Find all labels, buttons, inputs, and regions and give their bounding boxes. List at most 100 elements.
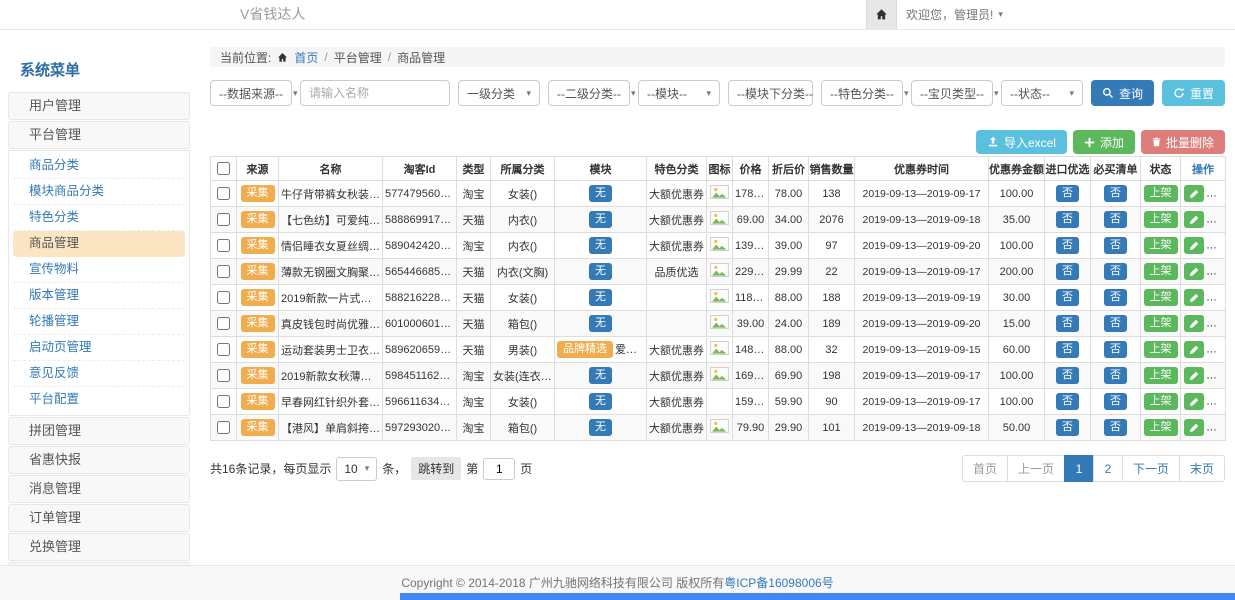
user-menu[interactable]: 欢迎您，管理员! ▾ [906, 0, 1003, 29]
row-checkbox[interactable] [217, 187, 230, 200]
row-checkbox[interactable] [217, 291, 230, 304]
page-button[interactable]: 首页 [962, 455, 1008, 482]
must-buy-toggle[interactable]: 否 [1104, 419, 1127, 436]
row-checkbox[interactable] [217, 213, 230, 226]
status-toggle[interactable]: 上架 [1144, 185, 1178, 202]
status-toggle[interactable]: 上架 [1144, 289, 1178, 306]
filter-select[interactable]: --模块--▾ [638, 80, 720, 106]
must-buy-toggle[interactable]: 否 [1104, 289, 1127, 306]
bottom-scrollbar[interactable] [400, 593, 1235, 600]
sidebar-subitem[interactable]: 模块商品分类 [13, 179, 185, 205]
filter-select[interactable]: --模块下分类--▾ [728, 80, 813, 106]
filter-select[interactable]: --宝贝类型--▾ [911, 80, 993, 106]
must-buy-toggle[interactable]: 否 [1104, 341, 1127, 358]
edit-button[interactable] [1184, 315, 1204, 332]
imported-toggle[interactable]: 否 [1056, 367, 1079, 384]
page-button[interactable]: 下一页 [1122, 455, 1180, 482]
page-input[interactable] [483, 458, 515, 480]
sidebar-group[interactable]: 订单管理 [8, 504, 190, 532]
sidebar-subitem[interactable]: 宣传物料 [13, 257, 185, 283]
sidebar-group[interactable]: 拼团管理 [8, 417, 190, 445]
name-input[interactable] [300, 80, 450, 106]
icp-link[interactable]: 粤ICP备16098006号 [724, 576, 833, 590]
edit-button[interactable] [1184, 419, 1204, 436]
sidebar-group[interactable]: 平台管理 [8, 121, 190, 149]
row-checkbox[interactable] [217, 343, 230, 356]
must-buy-toggle[interactable]: 否 [1104, 185, 1127, 202]
must-buy-toggle[interactable]: 否 [1104, 237, 1127, 254]
filter-select[interactable]: --特色分类--▾ [821, 80, 903, 106]
page-button[interactable]: 末页 [1179, 455, 1225, 482]
sidebar-group[interactable]: 用户管理 [8, 92, 190, 120]
edit-button[interactable] [1184, 263, 1204, 280]
sidebar-group[interactable]: 省惠快报 [8, 446, 190, 474]
row-checkbox[interactable] [217, 369, 230, 382]
filter-select[interactable]: 一级分类▾ [458, 80, 540, 106]
status-toggle[interactable]: 上架 [1144, 211, 1178, 228]
sidebar-group[interactable]: 消息管理 [8, 475, 190, 503]
must-buy-toggle[interactable]: 否 [1104, 315, 1127, 332]
imported-toggle[interactable]: 否 [1056, 289, 1079, 306]
must-buy-toggle[interactable]: 否 [1104, 393, 1127, 410]
edit-button[interactable] [1184, 367, 1204, 384]
imported-toggle[interactable]: 否 [1056, 341, 1079, 358]
sidebar-subitem[interactable]: 意见反馈 [13, 361, 185, 387]
row-checkbox[interactable] [217, 395, 230, 408]
sidebar-group[interactable]: 兑换管理 [8, 533, 190, 561]
sidebar-subitem[interactable]: 平台配置 [13, 387, 185, 413]
sidebar-subitem[interactable]: 商品分类 [13, 153, 185, 179]
edit-button[interactable] [1184, 341, 1204, 358]
page-button[interactable]: 2 [1093, 455, 1123, 482]
breadcrumb-item[interactable]: 商品管理 [397, 49, 445, 66]
price: 178.00 [733, 181, 769, 207]
row-checkbox[interactable] [217, 239, 230, 252]
breadcrumb-item[interactable]: 平台管理 [334, 49, 382, 66]
import-excel-button[interactable]: 导入excel [976, 130, 1067, 154]
edit-button[interactable] [1184, 393, 1204, 410]
jump-button[interactable]: 跳转到 [411, 457, 461, 480]
sidebar-subitem[interactable]: 商品管理 [13, 231, 185, 257]
imported-toggle[interactable]: 否 [1056, 211, 1079, 228]
filter-select[interactable]: --状态--▾ [1001, 80, 1083, 106]
select-all-checkbox[interactable] [217, 162, 230, 175]
edit-button[interactable] [1184, 185, 1204, 202]
add-button[interactable]: 添加 [1073, 130, 1135, 154]
imported-toggle[interactable]: 否 [1056, 393, 1079, 410]
status-toggle[interactable]: 上架 [1144, 367, 1178, 384]
row-checkbox[interactable] [217, 421, 230, 434]
filter-select[interactable]: --二级分类--▾ [548, 80, 630, 106]
edit-button[interactable] [1184, 237, 1204, 254]
page-button[interactable]: 上一页 [1007, 455, 1065, 482]
row-checkbox[interactable] [217, 265, 230, 278]
page-button[interactable]: 1 [1064, 455, 1094, 482]
status-toggle[interactable]: 上架 [1144, 237, 1178, 254]
imported-toggle[interactable]: 否 [1056, 419, 1079, 436]
status-toggle[interactable]: 上架 [1144, 393, 1178, 410]
must-buy-toggle[interactable]: 否 [1104, 263, 1127, 280]
sidebar-subitem[interactable]: 轮播管理 [13, 309, 185, 335]
imported-toggle[interactable]: 否 [1056, 315, 1079, 332]
status-toggle[interactable]: 上架 [1144, 263, 1178, 280]
edit-button[interactable] [1184, 211, 1204, 228]
status-toggle[interactable]: 上架 [1144, 419, 1178, 436]
per-page-select[interactable]: 10 ▾ [336, 457, 377, 481]
row-checkbox[interactable] [217, 317, 230, 330]
status-toggle[interactable]: 上架 [1144, 315, 1178, 332]
status-toggle[interactable]: 上架 [1144, 341, 1178, 358]
sidebar-subitem[interactable]: 启动页管理 [13, 335, 185, 361]
imported-toggle[interactable]: 否 [1056, 237, 1079, 254]
must-buy-toggle[interactable]: 否 [1104, 211, 1127, 228]
imported-toggle[interactable]: 否 [1056, 263, 1079, 280]
coupon-amount: 200.00 [989, 259, 1045, 285]
must-buy-toggle[interactable]: 否 [1104, 367, 1127, 384]
search-button[interactable]: 查询 [1091, 80, 1154, 106]
sidebar-subitem[interactable]: 版本管理 [13, 283, 185, 309]
edit-button[interactable] [1184, 289, 1204, 306]
imported-toggle[interactable]: 否 [1056, 185, 1079, 202]
filter-select[interactable]: --数据来源--▾ [210, 80, 292, 106]
reset-button[interactable]: 重置 [1162, 80, 1225, 106]
breadcrumb-home-link[interactable]: 首页 [294, 49, 318, 66]
batch-delete-button[interactable]: 批量删除 [1141, 130, 1225, 154]
sidebar-subitem[interactable]: 特色分类 [13, 205, 185, 231]
home-button[interactable] [866, 0, 897, 29]
